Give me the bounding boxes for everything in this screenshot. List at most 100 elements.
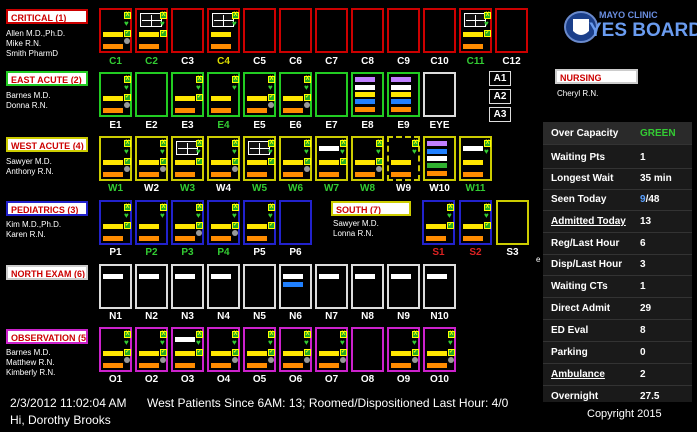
stat-label[interactable]: Ambulance <box>551 369 605 380</box>
stat-label[interactable]: Admitted Today <box>551 216 626 227</box>
stat-waiting-pts[interactable]: Waiting Pts 1 <box>543 146 692 169</box>
room-s2[interactable]: X ♥ ✓ <box>459 200 492 245</box>
room-c9[interactable] <box>387 8 420 53</box>
room-n5[interactable] <box>243 264 276 309</box>
check-icon: ✓ <box>196 94 203 101</box>
room-w3[interactable]: X ♥ ✓ <box>171 136 204 181</box>
room-p1[interactable]: X ♥ ✓ <box>99 200 132 245</box>
east-section-title[interactable]: EAST ACUTE (2) <box>6 71 88 86</box>
room-c10[interactable] <box>423 8 456 53</box>
room-e3[interactable]: X ♥ ✓ <box>171 72 204 117</box>
room-o7[interactable]: X ♥ ✓ <box>315 327 348 372</box>
stat-label: Overnight <box>551 391 599 402</box>
room-n9[interactable] <box>387 264 420 309</box>
room-n10[interactable] <box>423 264 456 309</box>
check-icon: ✓ <box>304 94 311 101</box>
critical-section-title[interactable]: CRITICAL (1) <box>6 9 88 24</box>
stat-disp-last-hour[interactable]: Disp/Last Hour 3 <box>543 253 692 276</box>
room-a1[interactable]: A1 <box>489 71 511 86</box>
room-o4[interactable]: X ♥ ✓ <box>207 327 240 372</box>
room-a3[interactable]: A3 <box>489 107 511 122</box>
stat-longest-wait[interactable]: Longest Wait 35 min <box>543 167 692 190</box>
room-n7[interactable] <box>315 264 348 309</box>
stat-direct-admit[interactable]: Direct Admit 29 <box>543 297 692 320</box>
room-label-o7: O7 <box>324 374 339 385</box>
room-o8[interactable] <box>351 327 384 372</box>
room-eye[interactable] <box>423 72 456 117</box>
room-w11[interactable]: X ♥ <box>459 136 492 181</box>
room-o9[interactable]: X ♥ ✓ <box>387 327 420 372</box>
room-w6[interactable]: X ♥ ✓ <box>279 136 312 181</box>
stat-overnight[interactable]: Overnight 27.5 <box>543 385 692 408</box>
room-w4[interactable]: X ♥ ✓ <box>207 136 240 181</box>
room-w2[interactable]: X ♥ ✓ <box>135 136 168 181</box>
room-label-s1: S1 <box>432 247 445 258</box>
west-section-title[interactable]: WEST ACUTE (4) <box>6 137 88 152</box>
staff-name: Lonna R.N. <box>333 229 374 238</box>
room-p5[interactable]: X ♥ ✓ <box>243 200 276 245</box>
yellow-status-bar <box>247 224 267 229</box>
room-p4[interactable]: X ♥ ✓ <box>207 200 240 245</box>
room-a2[interactable]: A2 <box>489 89 511 104</box>
room-o6[interactable]: X ♥ ✓ <box>279 327 312 372</box>
stat-parking[interactable]: Parking 0 <box>543 341 692 364</box>
room-e8[interactable] <box>351 72 384 117</box>
room-c4[interactable]: X ♥ <box>207 8 240 53</box>
room-n6[interactable] <box>279 264 312 309</box>
room-e7[interactable] <box>315 72 348 117</box>
room-c6[interactable] <box>279 8 312 53</box>
stat-ambulance[interactable]: Ambulance 2 <box>543 363 692 386</box>
stat-seen-today[interactable]: Seen Today 9/48 <box>543 188 692 211</box>
room-s1[interactable]: X ♥ ✓ <box>422 200 455 245</box>
room-n1[interactable] <box>99 264 132 309</box>
room-p3[interactable]: X ♥ ✓ <box>171 200 204 245</box>
room-e6[interactable]: X ♥ ✓ <box>279 72 312 117</box>
room-e4[interactable]: X ♥ <box>207 72 240 117</box>
room-n2[interactable] <box>135 264 168 309</box>
room-w8[interactable]: X ♥ ✓ <box>351 136 384 181</box>
room-c11[interactable]: X ♥ ✓ <box>459 8 492 53</box>
room-e1[interactable]: X ♥ ✓ <box>99 72 132 117</box>
room-w5[interactable]: X ♥ ✓ <box>243 136 276 181</box>
flag-x-icon: X <box>412 331 419 338</box>
nursing-staff: Cheryl R.N. <box>557 89 598 99</box>
room-w1[interactable]: X ♥ ✓ <box>99 136 132 181</box>
room-c8[interactable] <box>351 8 384 53</box>
room-w9[interactable]: X ♥ <box>387 136 420 181</box>
room-o10[interactable]: X ♥ ✓ <box>423 327 456 372</box>
room-w7[interactable]: X ♥ ✓ <box>315 136 348 181</box>
room-p6[interactable] <box>279 200 312 245</box>
obs-section-title[interactable]: OBSERVATION (5) <box>6 329 88 344</box>
room-c12[interactable] <box>495 8 528 53</box>
room-o3[interactable]: X ♥ ✓ <box>171 327 204 372</box>
room-e5[interactable]: X ♥ ✓ <box>243 72 276 117</box>
room-n4[interactable] <box>207 264 240 309</box>
flag-x-icon: X <box>304 140 311 147</box>
room-e9[interactable] <box>387 72 420 117</box>
stat-admitted-today[interactable]: Admitted Today 13 <box>543 210 692 233</box>
nursing-section-title[interactable]: NURSING <box>555 69 638 84</box>
stat-waiting-cts[interactable]: Waiting CTs 1 <box>543 275 692 298</box>
room-o2[interactable]: X ♥ ✓ <box>135 327 168 372</box>
room-n8[interactable] <box>351 264 384 309</box>
room-c7[interactable] <box>315 8 348 53</box>
room-c3[interactable] <box>171 8 204 53</box>
room-c1[interactable]: X ♥ ✓ <box>99 8 132 53</box>
room-p2[interactable]: X ♥ <box>135 200 168 245</box>
room-s3[interactable] <box>496 200 529 245</box>
room-o5[interactable]: X ♥ ✓ <box>243 327 276 372</box>
room-n3[interactable] <box>171 264 204 309</box>
stat-reg-last-hour[interactable]: Reg/Last Hour 6 <box>543 232 692 255</box>
room-c2[interactable]: X ♥ ✓ <box>135 8 168 53</box>
south-section-title[interactable]: SOUTH (7) <box>331 201 411 216</box>
yellow-status-bar <box>426 224 446 229</box>
north-section-title[interactable]: NORTH EXAM (6) <box>6 265 88 280</box>
room-c5[interactable] <box>243 8 276 53</box>
room-e2[interactable] <box>135 72 168 117</box>
heart-icon: ♥ <box>412 338 417 347</box>
stat-ed-eval[interactable]: ED Eval 8 <box>543 319 692 342</box>
peds-section-title[interactable]: PEDIATRICS (3) <box>6 201 88 216</box>
room-w10[interactable] <box>423 136 456 181</box>
room-o1[interactable]: X ♥ ✓ <box>99 327 132 372</box>
flag-x-icon: X <box>340 331 347 338</box>
